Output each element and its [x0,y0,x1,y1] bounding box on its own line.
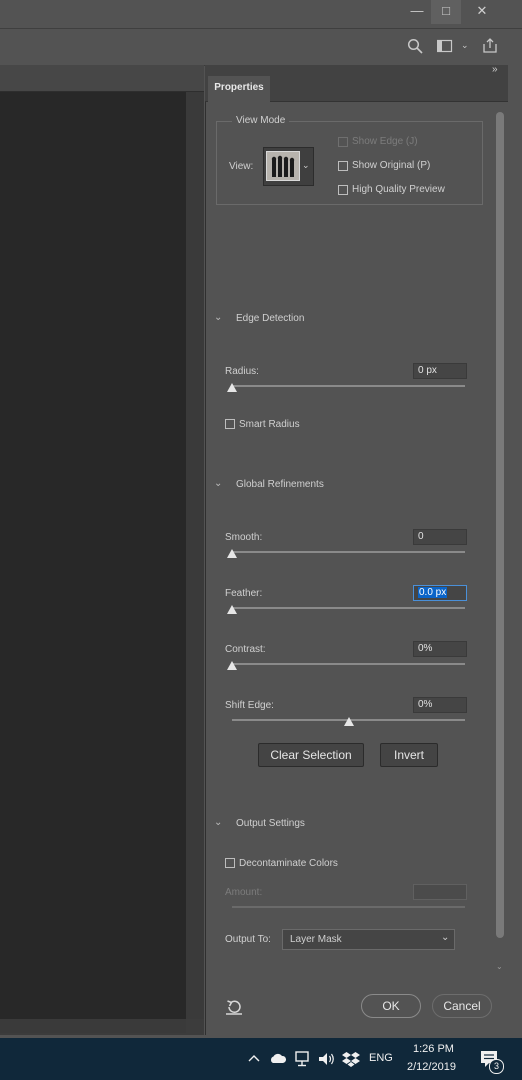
dropbox-icon[interactable] [342,1050,360,1068]
feather-input[interactable]: 0.0 px [413,585,467,601]
panel-edge-strip [508,65,522,1035]
chevron-down-icon: ⌄ [302,160,310,170]
edge-detection-chevron-icon[interactable]: ⌄ [214,312,222,323]
maximize-icon[interactable]: □ [431,0,461,24]
clock-time[interactable]: 1:26 PM [413,1043,454,1055]
high-quality-preview-label[interactable]: High Quality Preview [352,184,445,195]
decontaminate-colors-label[interactable]: Decontaminate Colors [239,858,338,869]
canvas-horizontal-scrollbar[interactable] [0,1019,186,1033]
feather-label: Feather: [225,588,263,599]
panel-header [205,65,522,75]
onedrive-icon[interactable] [269,1052,287,1064]
smooth-slider-thumb[interactable] [227,549,237,558]
workspace-icon[interactable] [437,39,453,53]
show-original-label[interactable]: Show Original (P) [352,160,430,171]
share-icon[interactable] [482,37,498,54]
global-refinements-title[interactable]: Global Refinements [236,479,324,490]
volume-icon[interactable] [318,1051,336,1067]
contrast-slider-thumb[interactable] [227,661,237,670]
chevron-down-icon: ⌄ [441,932,450,943]
output-settings-title[interactable]: Output Settings [236,818,305,829]
scroll-down-icon[interactable]: ⌄ [496,962,503,971]
output-to-value: Layer Mask [290,934,342,945]
document-tab-bar [0,65,204,92]
radius-slider-track[interactable] [232,385,465,387]
ok-button[interactable]: OK [361,994,421,1018]
radius-input[interactable]: 0 px [413,363,467,379]
edge-detection-title[interactable]: Edge Detection [236,313,304,324]
collapse-panel-icon[interactable]: » [492,64,498,75]
reset-icon[interactable] [225,998,243,1016]
shift-edge-label: Shift Edge: [225,700,274,711]
search-icon[interactable] [407,38,423,54]
feather-slider-track[interactable] [232,607,465,609]
amount-label: Amount: [225,887,263,898]
taskbar: ENG 1:26 PM 2/12/2019 3 [0,1038,522,1080]
shift-edge-slider-thumb[interactable] [343,717,354,726]
output-settings-chevron-icon[interactable]: ⌄ [214,817,222,828]
amount-input [413,884,467,900]
global-refinements-chevron-icon[interactable]: ⌄ [214,478,222,489]
amount-slider-track [232,906,465,908]
options-bar: ⌄ [0,28,522,66]
document-canvas[interactable] [0,92,186,1019]
close-icon[interactable]: ✕ [467,0,497,24]
contrast-input[interactable]: 0% [413,641,467,657]
high-quality-preview-checkbox[interactable] [338,185,348,195]
workspace-chevron-icon[interactable]: ⌄ [461,40,469,51]
radius-slider-thumb[interactable] [227,383,237,392]
feather-slider-thumb[interactable] [227,605,237,614]
view-label: View: [229,161,254,172]
show-original-checkbox[interactable] [338,161,348,171]
smooth-slider-track[interactable] [232,551,465,553]
view-mode-legend: View Mode [232,115,290,126]
show-edge-label: Show Edge (J) [352,136,418,147]
smooth-input[interactable]: 0 [413,529,467,545]
smart-radius-checkbox[interactable] [225,419,235,429]
shift-edge-input[interactable]: 0% [413,697,467,713]
tab-properties[interactable]: Properties [208,76,270,102]
radius-label: Radius: [225,366,259,377]
smooth-label: Smooth: [225,532,263,543]
canvas-vertical-scrollbar[interactable] [186,92,204,1019]
notification-count-badge: 3 [489,1059,504,1074]
invert-button[interactable]: Invert [380,743,438,767]
minimize-icon[interactable]: — [402,0,432,24]
language-indicator[interactable]: ENG [369,1052,393,1064]
decontaminate-colors-checkbox[interactable] [225,858,235,868]
chevron-up-icon[interactable] [248,1053,260,1063]
output-to-label: Output To: [225,934,271,945]
clock-date[interactable]: 2/12/2019 [407,1061,456,1073]
contrast-slider-track[interactable] [232,663,465,665]
title-bar: — □ ✕ [0,0,522,28]
feather-input-text: 0.0 px [418,587,448,598]
view-mode-thumbnail [266,151,300,181]
panel-scrollbar-thumb[interactable] [496,112,504,938]
show-edge-checkbox [338,137,348,147]
output-to-select[interactable]: Layer Mask ⌄ [282,929,455,950]
clear-selection-button[interactable]: Clear Selection [258,743,364,767]
view-mode-dropdown[interactable]: ⌄ [263,147,314,186]
cancel-button[interactable]: Cancel [432,994,492,1018]
network-icon[interactable] [294,1051,312,1067]
smart-radius-label[interactable]: Smart Radius [239,419,300,430]
contrast-label: Contrast: [225,644,266,655]
